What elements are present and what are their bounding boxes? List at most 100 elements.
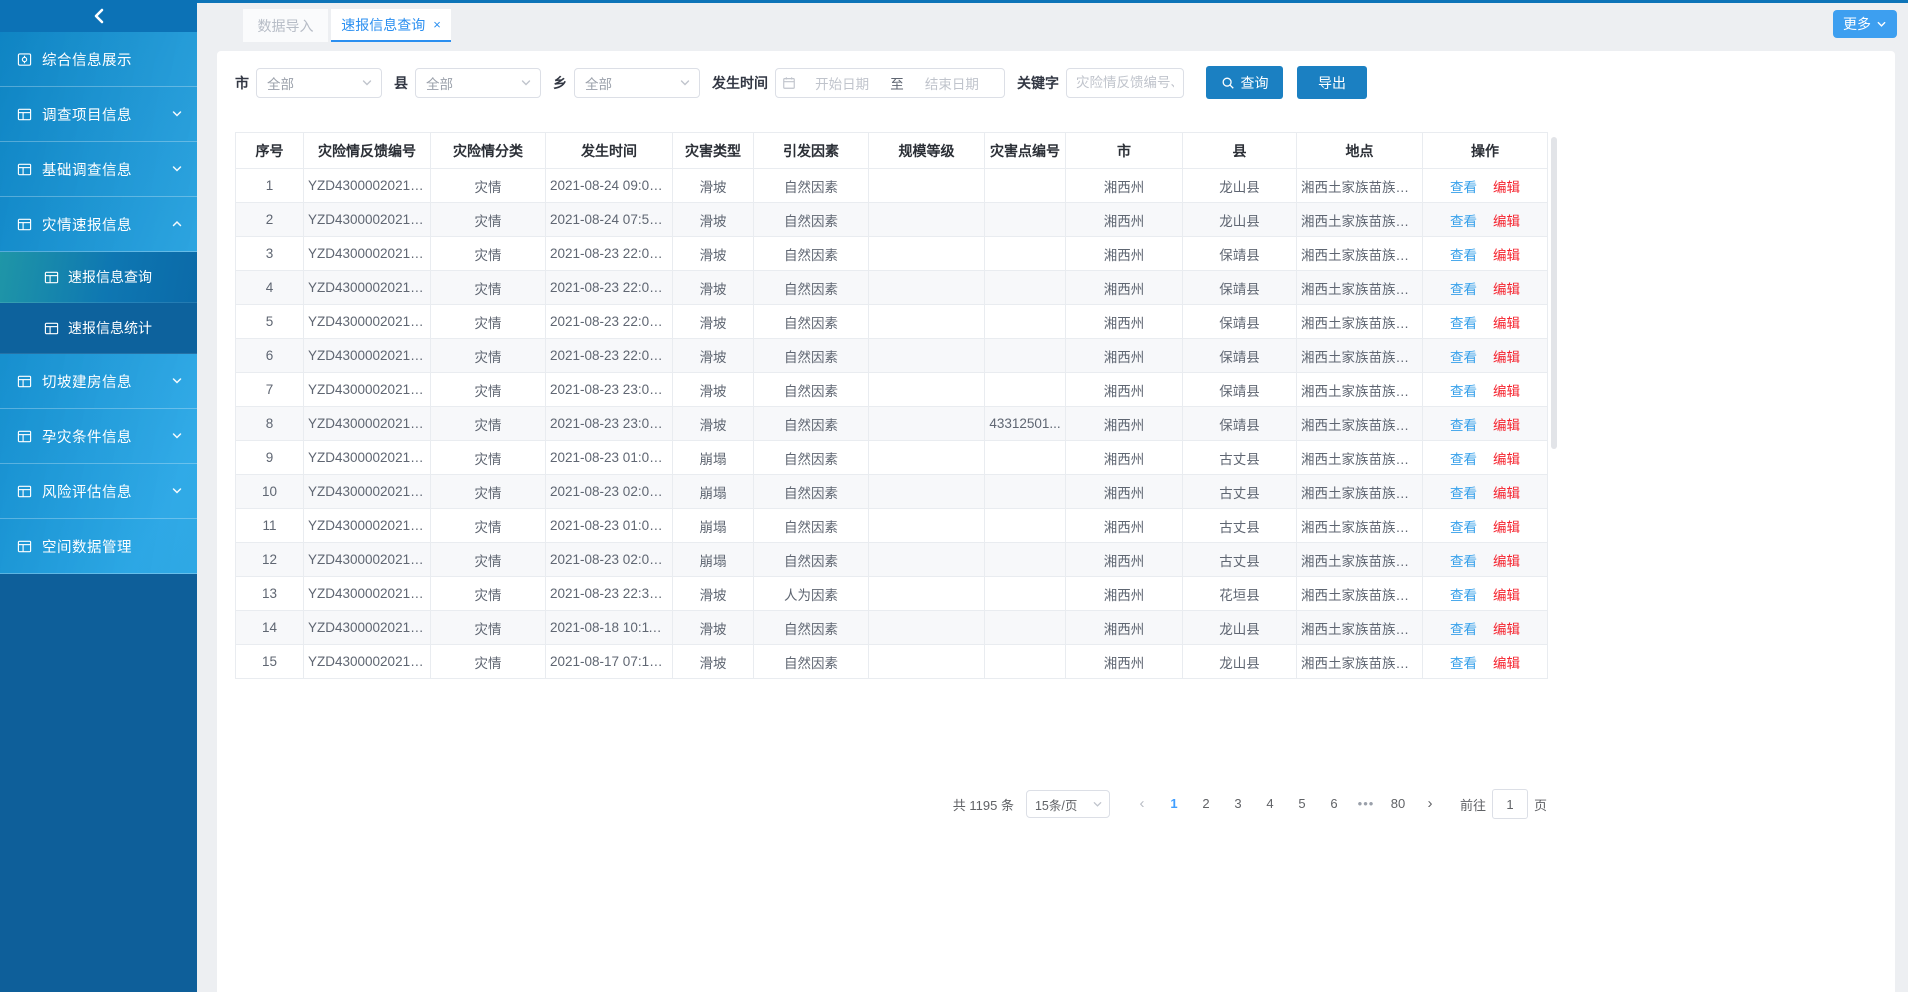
page-number-5[interactable]: 5 — [1289, 790, 1315, 818]
column-header: 灾险情分类 — [431, 133, 546, 169]
cell-no: 11 — [236, 509, 304, 543]
edit-link[interactable]: 编辑 — [1493, 554, 1520, 569]
township-filter-label: 乡 — [553, 73, 567, 93]
page-size-select[interactable]: 15条/页 — [1026, 790, 1110, 818]
page-number-6[interactable]: 6 — [1321, 790, 1347, 818]
sidebar-item-2[interactable]: 基础调查信息 — [0, 142, 197, 197]
view-link[interactable]: 查看 — [1450, 180, 1477, 195]
edit-link[interactable]: 编辑 — [1493, 452, 1520, 467]
edit-link[interactable]: 编辑 — [1493, 384, 1520, 399]
next-page-button[interactable]: › — [1417, 790, 1443, 818]
main-area: 数据导入 速报信息查询 × 更多 市 全部 县 全部 — [197, 0, 1908, 992]
sidebar-item-3[interactable]: 灾情速报信息 — [0, 197, 197, 252]
tab-report-query[interactable]: 速报信息查询 × — [331, 9, 451, 42]
cell-county: 保靖县 — [1183, 373, 1297, 407]
sidebar-subitem-label: 速报信息查询 — [68, 267, 152, 287]
cell-point_code — [985, 271, 1066, 305]
sidebar-item-1[interactable]: 调查项目信息 — [0, 87, 197, 142]
goto-page-input[interactable] — [1492, 789, 1528, 819]
view-link[interactable]: 查看 — [1450, 588, 1477, 603]
edit-link[interactable]: 编辑 — [1493, 180, 1520, 195]
view-link[interactable]: 查看 — [1450, 214, 1477, 229]
edit-link[interactable]: 编辑 — [1493, 350, 1520, 365]
edit-link[interactable]: 编辑 — [1493, 486, 1520, 501]
view-link[interactable]: 查看 — [1450, 350, 1477, 365]
date-range-picker[interactable]: 开始日期 至 结束日期 — [775, 68, 1005, 98]
edit-link[interactable]: 编辑 — [1493, 248, 1520, 263]
view-link[interactable]: 查看 — [1450, 452, 1477, 467]
view-link[interactable]: 查看 — [1450, 656, 1477, 671]
cell-type: 滑坡 — [673, 339, 754, 373]
cell-location: 湘西土家族苗族自... — [1297, 475, 1423, 509]
view-link[interactable]: 查看 — [1450, 282, 1477, 297]
end-date-input[interactable]: 结束日期 — [906, 73, 998, 93]
prev-page-button[interactable]: ‹ — [1129, 790, 1155, 818]
edit-link[interactable]: 编辑 — [1493, 316, 1520, 331]
cell-location: 湘西土家族苗族自... — [1297, 271, 1423, 305]
sidebar-item-7[interactable]: 空间数据管理 — [0, 519, 197, 574]
column-header: 规模等级 — [869, 133, 985, 169]
view-link[interactable]: 查看 — [1450, 520, 1477, 535]
edit-link[interactable]: 编辑 — [1493, 588, 1520, 603]
cell-location: 湘西土家族苗族自... — [1297, 645, 1423, 679]
page-number-1[interactable]: 1 — [1161, 790, 1187, 818]
page-number-3[interactable]: 3 — [1225, 790, 1251, 818]
cell-city: 湘西州 — [1066, 169, 1183, 203]
cell-cause: 自然因素 — [754, 271, 869, 305]
page-number-4[interactable]: 4 — [1257, 790, 1283, 818]
view-link[interactable]: 查看 — [1450, 622, 1477, 637]
cell-cause: 自然因素 — [754, 407, 869, 441]
edit-link[interactable]: 编辑 — [1493, 656, 1520, 671]
view-link[interactable]: 查看 — [1450, 384, 1477, 399]
cell-scale — [869, 305, 985, 339]
county-select[interactable]: 全部 — [415, 68, 541, 98]
edit-link[interactable]: 编辑 — [1493, 214, 1520, 229]
edit-link[interactable]: 编辑 — [1493, 520, 1520, 535]
table-icon — [17, 539, 32, 554]
tab-data-import[interactable]: 数据导入 — [243, 9, 328, 42]
sidebar-subitem-3-1[interactable]: 速报信息统计 — [0, 303, 197, 354]
edit-link[interactable]: 编辑 — [1493, 282, 1520, 297]
cell-county: 花垣县 — [1183, 577, 1297, 611]
table-row: 12YZD43000020210...灾情2021-08-23 02:00:00… — [236, 543, 1548, 577]
tab-close-icon[interactable]: × — [433, 18, 441, 31]
cell-scale — [869, 441, 985, 475]
cell-cause: 自然因素 — [754, 475, 869, 509]
cell-county: 保靖县 — [1183, 271, 1297, 305]
page-number-2[interactable]: 2 — [1193, 790, 1219, 818]
sidebar-collapse-button[interactable] — [0, 0, 197, 32]
edit-link[interactable]: 编辑 — [1493, 622, 1520, 637]
more-button[interactable]: 更多 — [1833, 10, 1897, 38]
cell-county: 古丈县 — [1183, 441, 1297, 475]
export-button[interactable]: 导出 — [1297, 66, 1367, 99]
tab-label: 速报信息查询 — [341, 15, 425, 35]
view-link[interactable]: 查看 — [1450, 418, 1477, 433]
sidebar-subitem-3-0[interactable]: 速报信息查询 — [0, 252, 197, 303]
view-link[interactable]: 查看 — [1450, 554, 1477, 569]
city-select[interactable]: 全部 — [256, 68, 382, 98]
edit-link[interactable]: 编辑 — [1493, 418, 1520, 433]
keyword-input[interactable] — [1066, 68, 1184, 98]
page-number-80[interactable]: 80 — [1385, 790, 1411, 818]
view-link[interactable]: 查看 — [1450, 248, 1477, 263]
cell-cause: 自然因素 — [754, 169, 869, 203]
table-row: 15YZD43000020210...灾情2021-08-17 07:12:00… — [236, 645, 1548, 679]
view-link[interactable]: 查看 — [1450, 316, 1477, 331]
cell-type: 崩塌 — [673, 543, 754, 577]
sidebar-item-4[interactable]: 切坡建房信息 — [0, 354, 197, 409]
query-button[interactable]: 查询 — [1206, 66, 1283, 99]
township-select[interactable]: 全部 — [574, 68, 700, 98]
sidebar-item-0[interactable]: 综合信息展示 — [0, 32, 197, 87]
sidebar-item-6[interactable]: 风险评估信息 — [0, 464, 197, 519]
sidebar-item-5[interactable]: 孕灾条件信息 — [0, 409, 197, 464]
cell-type: 滑坡 — [673, 271, 754, 305]
vertical-scrollbar-thumb[interactable] — [1551, 137, 1557, 449]
cell-city: 湘西州 — [1066, 339, 1183, 373]
cell-code: YZD43000020210... — [304, 407, 431, 441]
cell-time: 2021-08-23 01:00:00 — [546, 509, 673, 543]
table-icon — [17, 217, 32, 232]
view-link[interactable]: 查看 — [1450, 486, 1477, 501]
start-date-input[interactable]: 开始日期 — [796, 73, 888, 93]
page-size-value: 15条/页 — [1035, 795, 1092, 814]
cell-point_code — [985, 169, 1066, 203]
